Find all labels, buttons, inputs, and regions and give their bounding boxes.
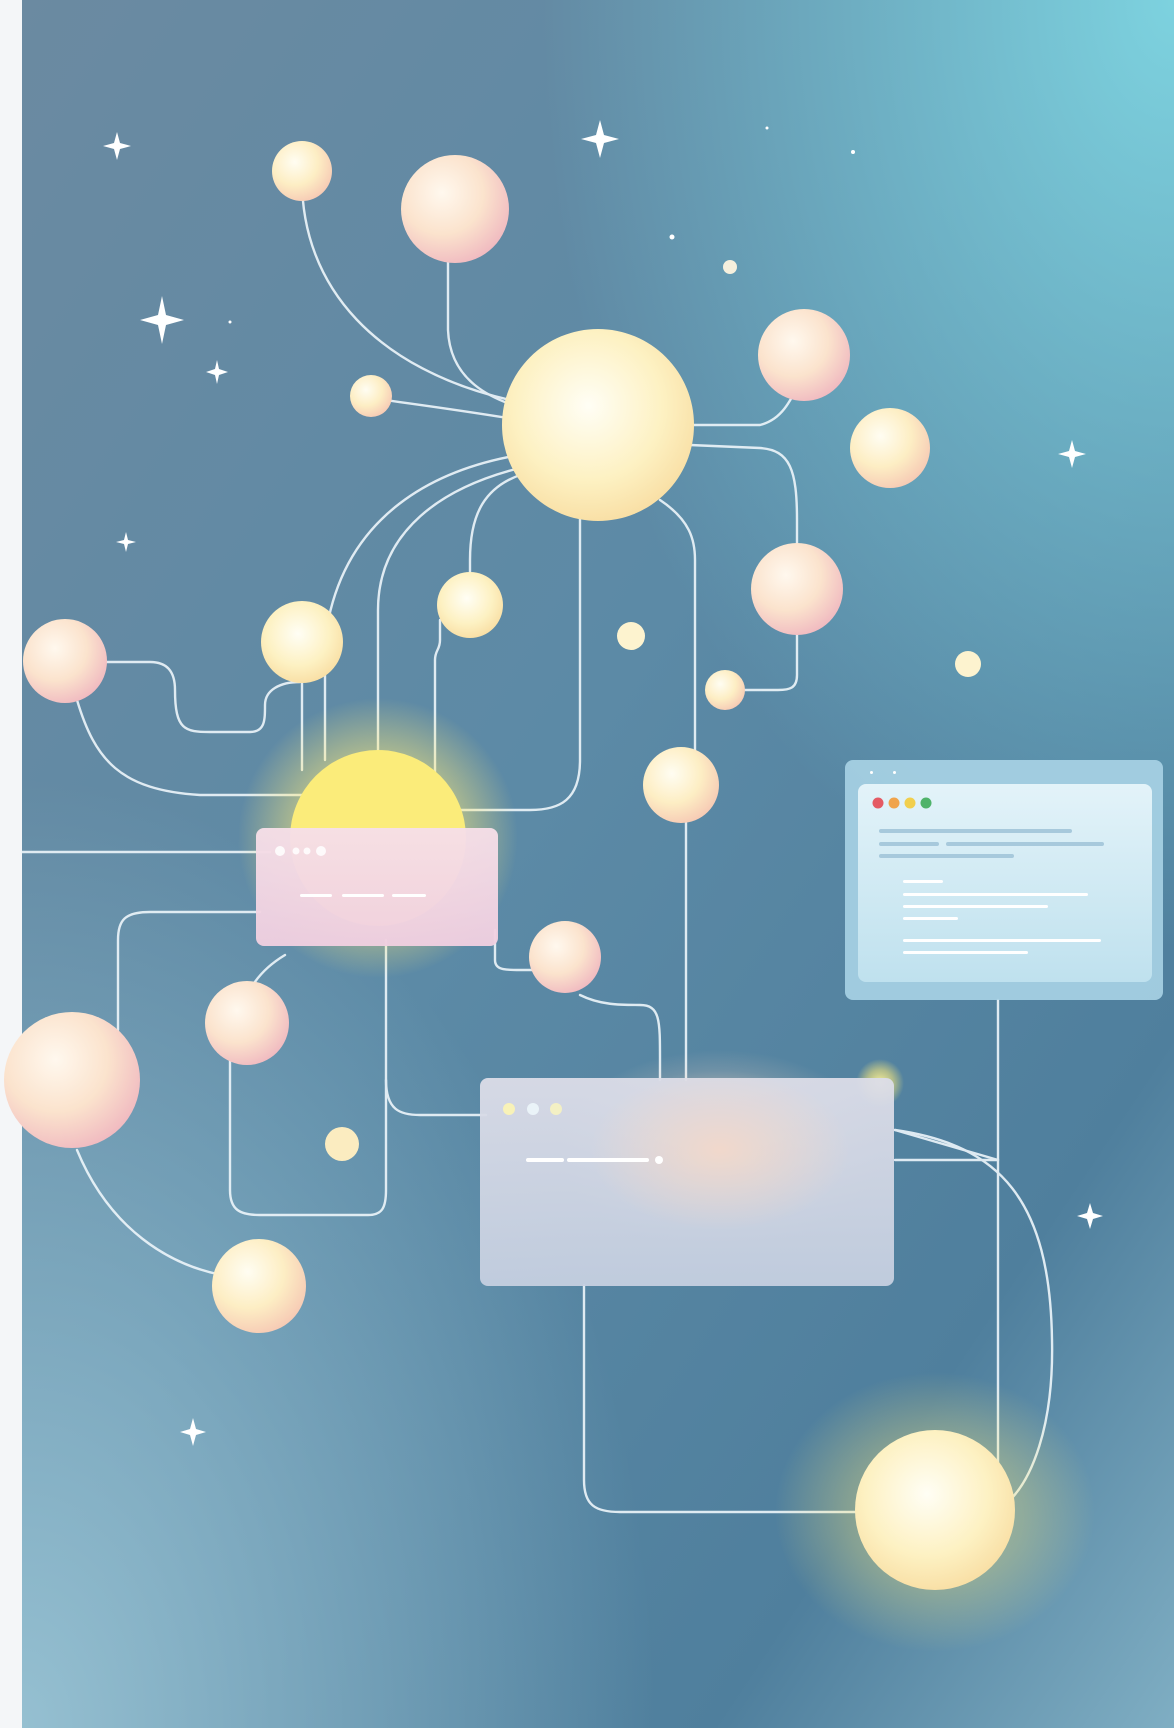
orb-icon <box>325 1127 359 1161</box>
sparkle-icon <box>228 320 232 324</box>
orb-icon <box>23 619 107 703</box>
orb-icon <box>205 981 289 1065</box>
orb-icon <box>437 572 503 638</box>
orb-icon <box>401 155 509 263</box>
sparkle-icon <box>669 234 675 240</box>
orb-icon <box>705 670 745 710</box>
orb-icon <box>350 375 392 417</box>
sparkle-icon <box>765 126 769 130</box>
orb-icon <box>723 260 737 274</box>
sparkle-icon <box>851 150 855 154</box>
orb-icon <box>617 622 645 650</box>
orb-icon <box>261 601 343 683</box>
orb-icon <box>502 329 694 521</box>
left-margin <box>0 0 22 1728</box>
orb-icon <box>751 543 843 635</box>
orb-icon <box>529 921 601 993</box>
lavender-window <box>480 1070 894 1286</box>
orb-icon <box>643 747 719 823</box>
orb-icon <box>4 1012 140 1148</box>
pink-window <box>256 828 498 946</box>
blue-window <box>845 760 1163 1000</box>
glowing-orb-icon <box>855 1430 1015 1590</box>
orb-icon <box>955 651 981 677</box>
orb-icon <box>758 309 850 401</box>
orb-icon <box>272 141 332 201</box>
orb-icon <box>212 1239 306 1333</box>
network-illustration <box>0 0 1174 1728</box>
orb-icon <box>850 408 930 488</box>
window-icon <box>256 828 498 946</box>
illustration-canvas <box>0 0 1174 1728</box>
